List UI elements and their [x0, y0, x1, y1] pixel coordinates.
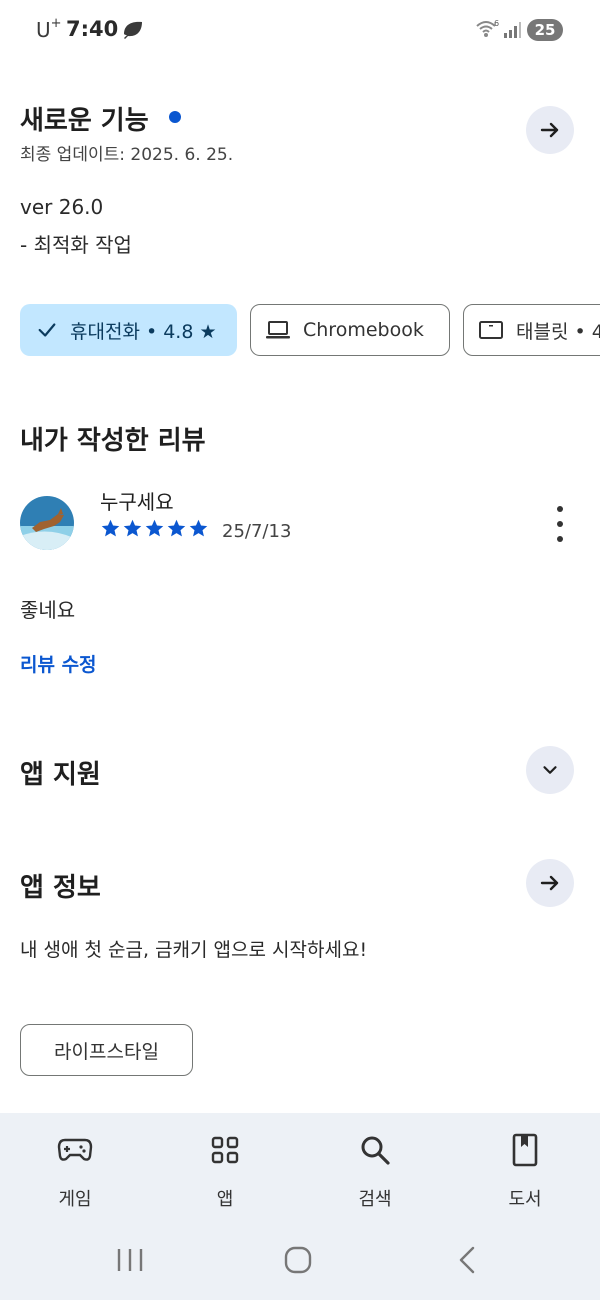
- chip-phone-label: 휴대전화 • 4.8 ★: [70, 320, 217, 343]
- chip-tablet-label: 태블릿 • 4: [516, 320, 600, 343]
- bottom-navigation: 게임 앱 검색 도서: [0, 1113, 600, 1223]
- recent-apps-icon[interactable]: [114, 1247, 146, 1277]
- system-navigation-bar: [0, 1223, 600, 1300]
- star-icon: [189, 519, 208, 537]
- wifi-icon: 6: [475, 18, 501, 44]
- search-icon: [320, 1133, 430, 1167]
- nav-item-search[interactable]: 검색: [320, 1113, 430, 1223]
- nav-books-label: 도서: [508, 1189, 542, 1210]
- reviewer-avatar: [20, 496, 74, 550]
- battery-indicator: 25: [527, 19, 563, 41]
- gamepad-icon: [20, 1133, 130, 1167]
- star-icon: [167, 519, 186, 537]
- review-date: 25/7/13: [222, 521, 292, 542]
- arrow-right-icon: [540, 875, 559, 891]
- home-icon[interactable]: [283, 1245, 313, 1279]
- carrier-label: U+: [36, 16, 62, 42]
- whats-new-title: 새로운 기능: [20, 106, 149, 136]
- app-description: 내 생애 첫 순금, 금캐기 앱으로 시작하세요!: [20, 939, 368, 961]
- app-info-title: 앱 정보: [20, 873, 101, 903]
- apps-grid-icon: [170, 1133, 280, 1167]
- laptop-icon: [266, 321, 290, 339]
- nav-games-label: 게임: [58, 1189, 92, 1210]
- svg-text:6: 6: [494, 19, 499, 28]
- tablet-icon: [479, 321, 503, 339]
- review-text: 좋네요: [20, 598, 76, 622]
- nav-search-label: 검색: [358, 1189, 392, 1210]
- category-chip[interactable]: 라이프스타일: [20, 1024, 193, 1076]
- signal-icon: [503, 21, 521, 43]
- last-updated-text: 최종 업데이트: 2025. 6. 25.: [20, 145, 234, 165]
- chip-phone[interactable]: 휴대전화 • 4.8 ★: [20, 304, 237, 356]
- book-icon: [470, 1133, 580, 1167]
- star-icon: [101, 519, 120, 537]
- chip-chromebook-label: Chromebook: [303, 319, 424, 341]
- star-icon: [145, 519, 164, 537]
- arrow-right-icon: [540, 122, 559, 138]
- update-note: - 최적화 작업: [20, 233, 132, 257]
- nav-apps-label: 앱: [216, 1189, 234, 1210]
- nav-item-apps[interactable]: 앱: [170, 1113, 280, 1223]
- my-review-title: 내가 작성한 리뷰: [20, 426, 206, 456]
- nav-item-games[interactable]: 게임: [20, 1113, 130, 1223]
- app-support-expand-button[interactable]: [526, 746, 574, 794]
- app-support-title: 앱 지원: [20, 760, 101, 790]
- check-icon: [38, 323, 56, 337]
- chip-chromebook[interactable]: Chromebook: [250, 304, 450, 356]
- chip-tablet[interactable]: 태블릿 • 4: [463, 304, 600, 356]
- edit-review-link[interactable]: 리뷰 수정: [20, 650, 97, 677]
- review-rating-stars: [100, 518, 209, 539]
- reviewer-name: 누구세요: [100, 490, 174, 514]
- version-text: ver 26.0: [20, 195, 104, 219]
- app-info-arrow-button[interactable]: [526, 859, 574, 907]
- status-bar: U+ 7:40 6 25: [0, 0, 600, 62]
- chevron-down-icon: [543, 766, 557, 774]
- nav-item-books[interactable]: 도서: [470, 1113, 580, 1223]
- whats-new-arrow-button[interactable]: [526, 106, 574, 154]
- review-more-options-icon[interactable]: [548, 506, 572, 542]
- back-icon[interactable]: [455, 1245, 479, 1279]
- notification-leaf-icon: [121, 19, 145, 45]
- star-icon: [123, 519, 142, 537]
- clock: 7:40: [66, 17, 119, 41]
- new-indicator-dot: [169, 111, 181, 123]
